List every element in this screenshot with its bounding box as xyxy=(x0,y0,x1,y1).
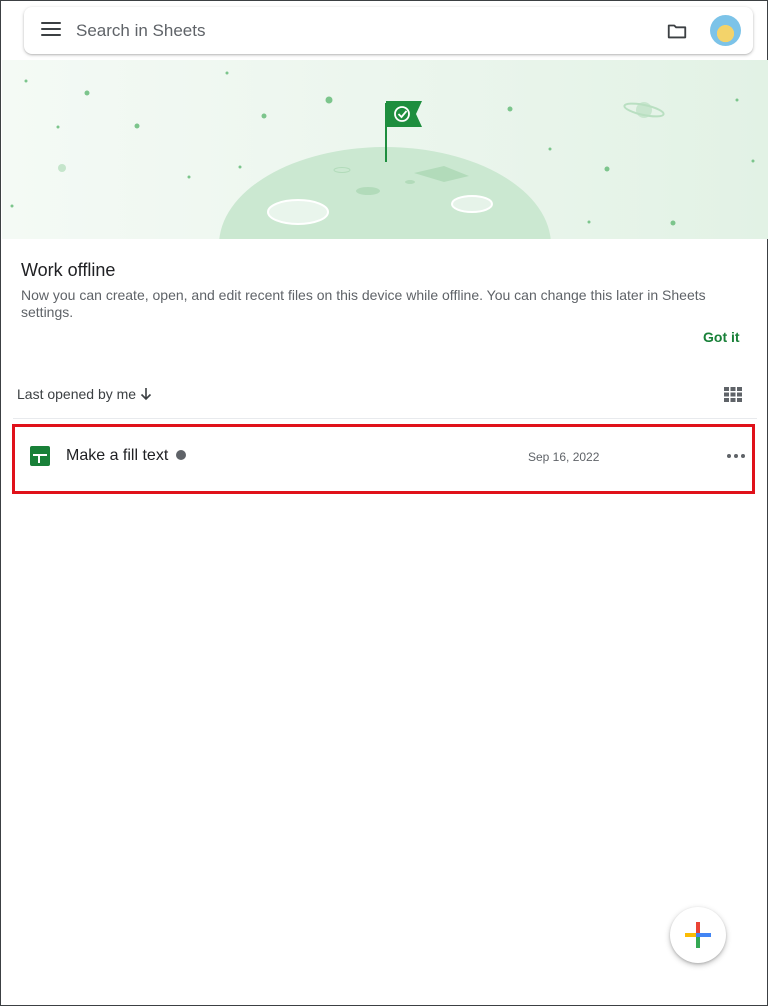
sheets-file-icon xyxy=(30,446,50,466)
menu-icon[interactable] xyxy=(41,22,61,38)
sort-button[interactable]: Last opened by me xyxy=(17,386,152,402)
offline-card-description: Now you can create, open, and edit recen… xyxy=(21,287,706,320)
folder-icon[interactable] xyxy=(666,20,688,42)
arrow-down-icon xyxy=(141,388,152,401)
avatar[interactable] xyxy=(710,15,741,46)
offline-available-icon xyxy=(176,450,186,460)
plus-icon xyxy=(685,922,711,948)
file-date: Sep 16, 2022 xyxy=(528,450,600,464)
moon-flag-illustration xyxy=(10,71,755,239)
file-name: Make a fill text xyxy=(66,447,169,464)
sort-label: Last opened by me xyxy=(17,386,137,402)
offline-card-title: Work offline xyxy=(21,260,116,280)
file-row[interactable]: Make a fill text Sep 16, 2022 xyxy=(12,424,755,494)
new-file-button[interactable] xyxy=(670,907,726,963)
divider xyxy=(13,418,757,419)
offline-illustration xyxy=(2,60,768,239)
more-options-icon[interactable] xyxy=(727,451,745,461)
got-it-button[interactable]: Got it xyxy=(703,329,740,345)
search-input[interactable]: Search in Sheets xyxy=(76,21,205,41)
grid-view-icon[interactable] xyxy=(724,387,742,402)
search-bar: Search in Sheets xyxy=(24,7,753,54)
